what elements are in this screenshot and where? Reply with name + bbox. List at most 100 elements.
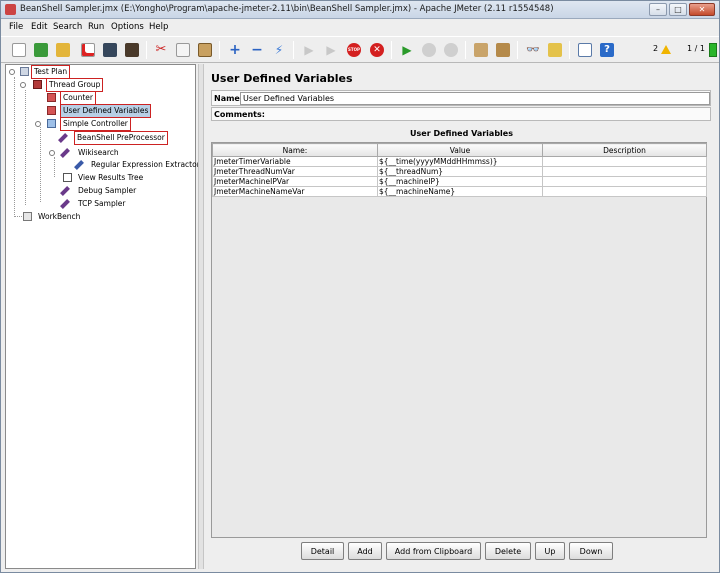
- down-button[interactable]: Down: [569, 542, 613, 560]
- expand-all-button[interactable]: +: [225, 40, 245, 60]
- thread-count: 1 / 1: [687, 44, 705, 53]
- delete-button[interactable]: Delete: [485, 542, 531, 560]
- remote-start-button[interactable]: ▶: [397, 40, 417, 60]
- column-header-name[interactable]: Name:: [212, 143, 378, 157]
- reset-search-icon: [548, 43, 562, 57]
- table-row[interactable]: JmeterTimerVariable ${__time(yyyyMMddHHm…: [212, 156, 707, 167]
- post-processor-icon: [74, 160, 84, 170]
- cut-button[interactable]: ✂: [151, 40, 171, 60]
- table-row[interactable]: JmeterThreadNumVar ${__threadNum}: [212, 166, 707, 177]
- open-icon: [56, 43, 70, 57]
- jmeter-logo-icon: [5, 4, 16, 15]
- shutdown-icon: ✕: [370, 43, 384, 57]
- cell-value[interactable]: ${__time(yyyyMMddHHmmss)}: [377, 156, 543, 167]
- variables-table-container: Name: Value Description JmeterTimerVaria…: [211, 142, 707, 538]
- warning-icon[interactable]: [661, 45, 671, 54]
- maximize-button[interactable]: □: [669, 3, 687, 16]
- menu-search[interactable]: Search: [53, 22, 82, 32]
- cell-description[interactable]: [542, 176, 707, 187]
- menu-run[interactable]: Run: [88, 22, 104, 32]
- menu-file[interactable]: File: [9, 22, 23, 32]
- sampler-icon: [60, 199, 70, 209]
- new-icon: [12, 43, 26, 57]
- menu-edit[interactable]: Edit: [31, 22, 47, 32]
- cell-name[interactable]: JmeterTimerVariable: [212, 156, 378, 167]
- remote-stop-button[interactable]: [419, 40, 439, 60]
- error-count: 2: [653, 44, 659, 53]
- remote-stop-icon: [422, 43, 436, 57]
- menu-options[interactable]: Options: [111, 22, 144, 32]
- cell-name[interactable]: JmeterMachineNameVar: [212, 186, 378, 197]
- cell-value[interactable]: ${__machineName}: [377, 186, 543, 197]
- test-plan-tree: Test Plan Thread Group Counter User Defi…: [5, 64, 200, 569]
- help-icon: ?: [600, 43, 614, 57]
- table-row[interactable]: JmeterMachineIPVar ${__machineIP}: [212, 176, 707, 187]
- thread-group-icon: [33, 80, 42, 89]
- element-editor: User Defined Variables Name: Comments: U…: [206, 64, 717, 569]
- stop-button[interactable]: STOP: [344, 40, 364, 60]
- start-no-pause-button[interactable]: ▶: [321, 40, 341, 60]
- toggle-button[interactable]: ⚡: [269, 40, 289, 60]
- minimize-button[interactable]: –: [649, 3, 667, 16]
- start-button[interactable]: ▶: [299, 40, 319, 60]
- save-as-button[interactable]: [122, 40, 142, 60]
- toggle-icon: ⚡: [274, 43, 284, 57]
- cell-description[interactable]: [542, 186, 707, 197]
- remote-shutdown-button[interactable]: [441, 40, 461, 60]
- function-helper-button[interactable]: [575, 40, 595, 60]
- jmeter-window: BeanShell Sampler.jmx (E:\Yongho\Program…: [0, 0, 720, 573]
- section-title: User Defined Variables: [410, 129, 513, 138]
- help-button[interactable]: ?: [597, 40, 617, 60]
- detail-button[interactable]: Detail: [301, 542, 344, 560]
- reset-search-button[interactable]: [545, 40, 565, 60]
- save-button[interactable]: [100, 40, 120, 60]
- templates-button[interactable]: [31, 40, 51, 60]
- variables-table: Name: Value Description JmeterTimerVaria…: [212, 143, 707, 197]
- save-as-icon: [125, 43, 139, 57]
- comments-label: Comments:: [214, 110, 265, 119]
- open-button[interactable]: [53, 40, 73, 60]
- comments-field[interactable]: [262, 109, 710, 120]
- cell-value[interactable]: ${__machineIP}: [377, 176, 543, 187]
- paste-button[interactable]: [195, 40, 215, 60]
- split-pane-divider[interactable]: [198, 64, 204, 569]
- add-from-clipboard-button[interactable]: Add from Clipboard: [386, 542, 481, 560]
- new-button[interactable]: [9, 40, 29, 60]
- comments-row: Comments:: [211, 107, 711, 121]
- expand-icon: +: [229, 42, 241, 58]
- name-field[interactable]: [240, 92, 710, 105]
- cell-value[interactable]: ${__threadNum}: [377, 166, 543, 177]
- cell-description[interactable]: [542, 166, 707, 177]
- stop-icon: STOP: [347, 43, 361, 57]
- menu-help[interactable]: Help: [149, 22, 168, 32]
- cell-name[interactable]: JmeterMachineIPVar: [212, 176, 378, 187]
- test-plan-icon: [20, 67, 29, 76]
- column-header-value[interactable]: Value: [377, 143, 543, 157]
- collapse-all-button[interactable]: −: [247, 40, 267, 60]
- workbench-icon: [23, 212, 32, 221]
- cut-icon: ✂: [155, 42, 167, 57]
- search-button[interactable]: 👓: [523, 40, 543, 60]
- clear-button[interactable]: [471, 40, 491, 60]
- running-indicator-icon: [709, 43, 717, 57]
- clear-all-button[interactable]: [493, 40, 513, 60]
- preprocessor-icon: [58, 133, 68, 143]
- column-header-description[interactable]: Description: [542, 143, 707, 157]
- function-helper-icon: [578, 43, 592, 57]
- close-file-button[interactable]: [78, 40, 98, 60]
- cell-name[interactable]: JmeterThreadNumVar: [212, 166, 378, 177]
- start-no-pause-icon: ▶: [326, 43, 336, 57]
- name-row: Name:: [211, 90, 711, 106]
- remote-start-icon: ▶: [402, 43, 412, 57]
- up-button[interactable]: Up: [535, 542, 565, 560]
- add-button[interactable]: Add: [348, 542, 382, 560]
- start-icon: ▶: [304, 43, 314, 57]
- table-row[interactable]: JmeterMachineNameVar ${__machineName}: [212, 186, 707, 197]
- cell-description[interactable]: [542, 156, 707, 167]
- close-button[interactable]: ✕: [689, 3, 715, 16]
- copy-button[interactable]: [173, 40, 193, 60]
- counter-icon: [47, 93, 56, 102]
- shutdown-button[interactable]: ✕: [367, 40, 387, 60]
- paste-icon: [198, 43, 212, 57]
- title-bar: BeanShell Sampler.jmx (E:\Yongho\Program…: [1, 1, 719, 19]
